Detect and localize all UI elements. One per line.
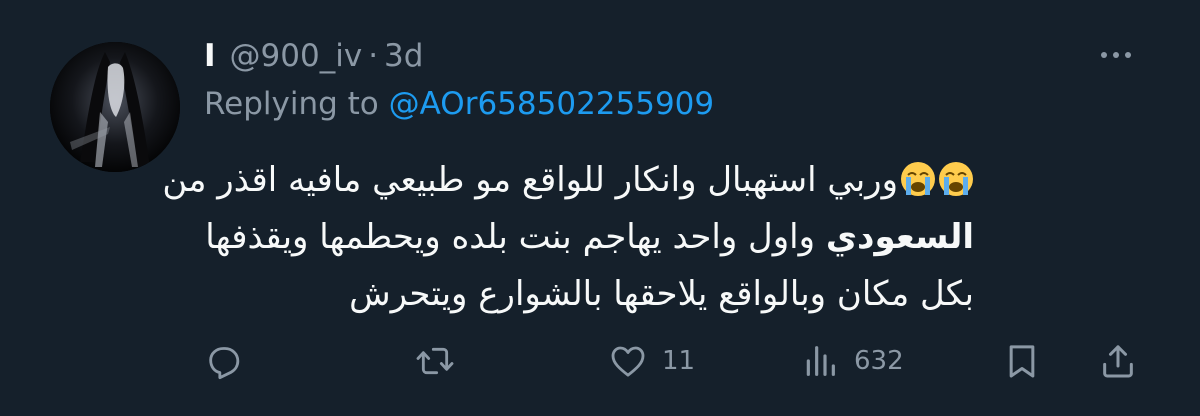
tweet-text-line-3: بكل مكان وبالواقع يلاحقها بالشوارع ويتحر…: [349, 274, 974, 314]
tweet-text-line-2: السعودي واول واحد يهاجم بنت بلده ويحطمها…: [204, 209, 974, 266]
user-handle[interactable]: @900_iv: [230, 38, 363, 74]
separator-dot: ·: [368, 38, 379, 74]
heart-icon: [611, 346, 645, 377]
tweet-text-line-1-text: وربي استهبال وانكار للواقع مو طبيعي مافي…: [162, 160, 898, 200]
loudly-crying-face-icon: [938, 158, 974, 196]
reply-icon: [209, 347, 240, 380]
bookmark-icon: [1009, 345, 1035, 378]
avatar-image: [50, 42, 180, 172]
share-button[interactable]: [1098, 336, 1138, 386]
reply-button[interactable]: [204, 336, 258, 386]
replying-to: Replying to @AOr658502255909: [204, 86, 714, 122]
views-count: 632: [854, 346, 904, 376]
action-bar: 11 632: [0, 336, 1200, 386]
tweet-time[interactable]: 3d: [384, 38, 423, 74]
replying-to-handle[interactable]: @AOr658502255909: [389, 86, 715, 122]
tweet[interactable]: I @900_iv · 3d Replying to @AOr658502255…: [0, 0, 1200, 416]
retweet-button[interactable]: [414, 336, 470, 386]
display-name[interactable]: I: [204, 38, 216, 74]
loudly-crying-face-icon: [900, 158, 936, 196]
bookmark-button[interactable]: [1002, 336, 1042, 386]
share-icon: [1103, 345, 1133, 378]
avatar[interactable]: [50, 42, 180, 172]
like-count: 11: [662, 346, 696, 376]
tweet-text-line-2-text: واول واحد يهاجم بنت بلده ويحطمها ويقذفها: [205, 217, 826, 257]
tweet-header: I @900_iv · 3d: [204, 34, 423, 78]
tweet-text: وربي استهبال وانكار للواقع مو طبيعي مافي…: [162, 152, 974, 323]
more-options-button[interactable]: [1094, 40, 1138, 70]
retweet-icon: [416, 347, 454, 375]
views-icon: [806, 346, 835, 376]
tweet-text-line-1: وربي استهبال وانكار للواقع مو طبيعي مافي…: [162, 152, 974, 209]
views-button[interactable]: 632: [800, 336, 904, 386]
tweet-text-bold: السعودي: [825, 217, 974, 257]
more-icon: [1101, 52, 1131, 58]
replying-to-label: Replying to: [204, 86, 379, 122]
like-button[interactable]: 11: [608, 336, 695, 386]
